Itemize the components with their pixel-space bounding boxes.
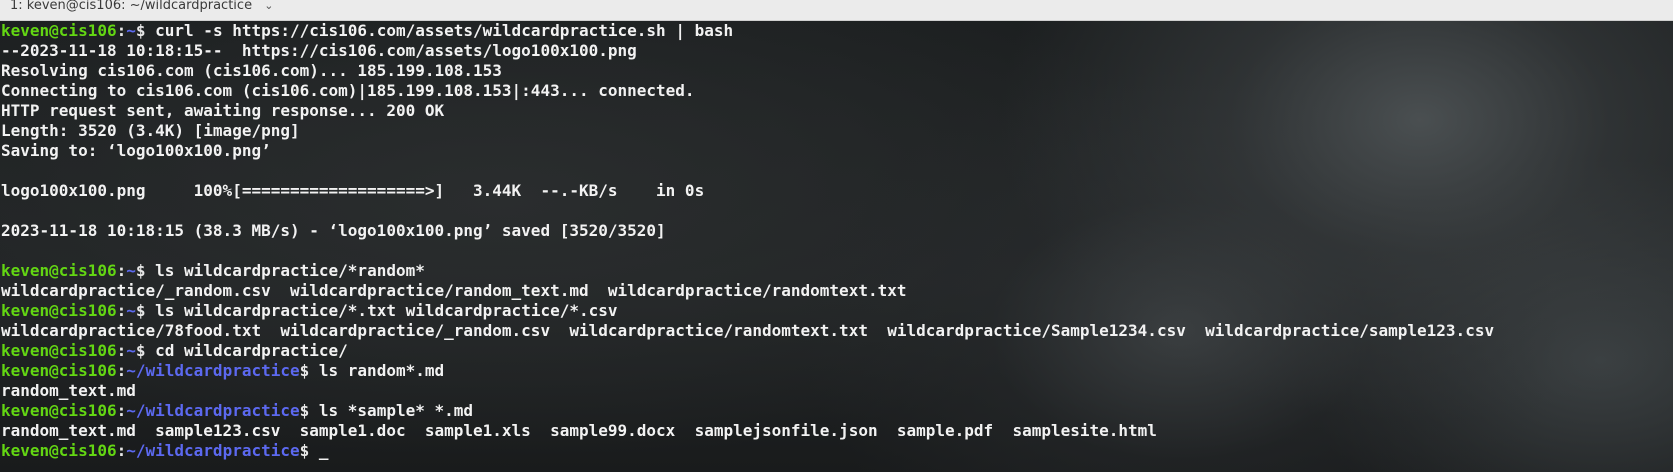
- output-line: Saving to: ‘logo100x100.png’: [1, 141, 1673, 161]
- command-text: ls wildcardpractice/*random*: [155, 261, 425, 280]
- prompt-line: keven@cis106:~/wildcardpractice$ ls rand…: [1, 361, 1673, 381]
- text-cursor: _: [318, 441, 329, 460]
- title-bar: 1: keven@cis106: ~/wildcardpractice ⌄: [0, 0, 1673, 21]
- prompt-user: keven@cis106: [1, 301, 117, 320]
- prompt-dollar: $: [135, 261, 156, 280]
- prompt-dollar: $: [135, 341, 156, 360]
- output-text: random_text.md: [1, 381, 136, 400]
- prompt-colon: :: [116, 401, 127, 420]
- output-text: --2023-11-18 10:18:15-- https://cis106.c…: [1, 41, 637, 60]
- prompt-line: keven@cis106:~$ ls wildcardpractice/*ran…: [1, 261, 1673, 281]
- terminal-tab[interactable]: 1: keven@cis106: ~/wildcardpractice ⌄: [10, 0, 273, 18]
- prompt-colon: :: [116, 361, 127, 380]
- output-text: Saving to: ‘logo100x100.png’: [1, 141, 271, 160]
- prompt-dollar: $: [135, 21, 156, 40]
- prompt-line: keven@cis106:~$ curl -s https://cis106.c…: [1, 21, 1673, 41]
- prompt-user: keven@cis106: [1, 21, 117, 40]
- terminal-output[interactable]: keven@cis106:~$ curl -s https://cis106.c…: [1, 21, 1673, 461]
- chevron-down-icon[interactable]: ⌄: [264, 0, 273, 18]
- prompt-path: ~: [126, 21, 136, 40]
- output-line: 2023-11-18 10:18:15 (38.3 MB/s) - ‘logo1…: [1, 221, 1673, 241]
- prompt-path: ~/wildcardpractice: [126, 361, 300, 380]
- output-line: Length: 3520 (3.4K) [image/png]: [1, 121, 1673, 141]
- output-line: Connecting to cis106.com (cis106.com)|18…: [1, 81, 1673, 101]
- output-text: Resolving cis106.com (cis106.com)... 185…: [1, 61, 502, 80]
- output-line: Resolving cis106.com (cis106.com)... 185…: [1, 61, 1673, 81]
- command-text: cd wildcardpractice/: [155, 341, 348, 360]
- command-text: ls random*.md: [318, 361, 445, 380]
- prompt-line: keven@cis106:~$ ls wildcardpractice/*.tx…: [1, 301, 1673, 321]
- output-text: HTTP request sent, awaiting response... …: [1, 101, 445, 120]
- prompt-dollar: $: [299, 401, 319, 420]
- prompt-path: ~: [126, 261, 136, 280]
- prompt-line: keven@cis106:~/wildcardpractice$ _: [1, 441, 1673, 461]
- command-text: ls wildcardpractice/*.txt wildcardpracti…: [155, 301, 618, 320]
- output-text: Length: 3520 (3.4K) [image/png]: [1, 121, 300, 140]
- output-text: logo100x100.png 100%[===================…: [1, 181, 705, 200]
- output-line: --2023-11-18 10:18:15-- https://cis106.c…: [1, 41, 1673, 61]
- output-line: random_text.md: [1, 381, 1673, 401]
- prompt-user: keven@cis106: [1, 341, 117, 360]
- prompt-user: keven@cis106: [1, 401, 117, 420]
- prompt-path: ~: [126, 301, 136, 320]
- output-text: random_text.md sample123.csv sample1.doc…: [1, 421, 1157, 440]
- output-line: HTTP request sent, awaiting response... …: [1, 101, 1673, 121]
- prompt-colon: :: [116, 261, 127, 280]
- output-line: random_text.md sample123.csv sample1.doc…: [1, 421, 1673, 441]
- prompt-user: keven@cis106: [1, 361, 117, 380]
- prompt-dollar: $: [299, 441, 319, 460]
- output-line: logo100x100.png 100%[===================…: [1, 181, 1673, 201]
- output-line: wildcardpractice/_random.csv wildcardpra…: [1, 281, 1673, 301]
- prompt-user: keven@cis106: [1, 261, 117, 280]
- prompt-path: ~/wildcardpractice: [126, 401, 300, 420]
- output-text: Connecting to cis106.com (cis106.com)|18…: [1, 81, 695, 100]
- prompt-path: ~: [126, 341, 136, 360]
- output-text: 2023-11-18 10:18:15 (38.3 MB/s) - ‘logo1…: [1, 221, 666, 240]
- prompt-colon: :: [116, 301, 127, 320]
- prompt-dollar: $: [299, 361, 319, 380]
- output-line: wildcardpractice/78food.txt wildcardprac…: [1, 321, 1673, 341]
- tab-title: 1: keven@cis106: ~/wildcardpractice: [10, 0, 253, 13]
- prompt-colon: :: [116, 21, 127, 40]
- output-text: wildcardpractice/_random.csv wildcardpra…: [1, 281, 907, 300]
- prompt-dollar: $: [135, 301, 156, 320]
- terminal-window: 1: keven@cis106: ~/wildcardpractice ⌄ ke…: [0, 0, 1673, 472]
- prompt-line: keven@cis106:~$ cd wildcardpractice/: [1, 341, 1673, 361]
- prompt-line: keven@cis106:~/wildcardpractice$ ls *sam…: [1, 401, 1673, 421]
- prompt-colon: :: [116, 341, 127, 360]
- prompt-colon: :: [116, 441, 127, 460]
- prompt-user: keven@cis106: [1, 441, 117, 460]
- command-text: ls *sample* *.md: [318, 401, 474, 420]
- command-text: curl -s https://cis106.com/assets/wildca…: [155, 21, 734, 40]
- output-text: wildcardpractice/78food.txt wildcardprac…: [1, 321, 1495, 340]
- prompt-path: ~/wildcardpractice: [126, 441, 300, 460]
